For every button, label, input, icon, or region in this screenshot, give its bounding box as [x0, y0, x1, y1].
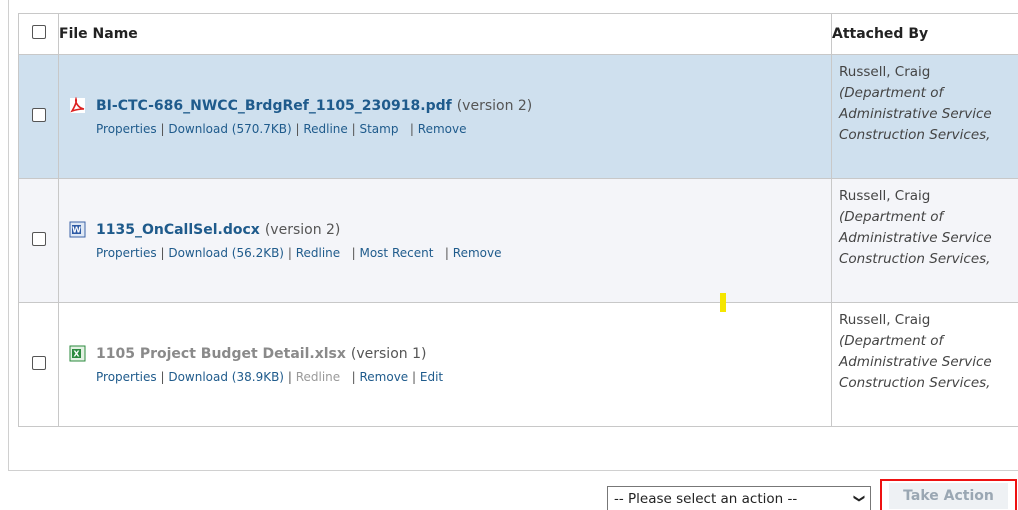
attached-by-org: Administrative Service: [839, 106, 992, 122]
take-action-button[interactable]: Take Action: [889, 482, 1008, 509]
attachments-table: File Name Attached By BI-CTC-686_NWCC_Br…: [18, 13, 1018, 427]
pdf-icon: [69, 96, 86, 114]
svg-text:X: X: [73, 350, 80, 359]
svg-text:W: W: [72, 226, 81, 235]
attached-by-name: Russell, Craig: [839, 312, 931, 328]
file-link[interactable]: BI-CTC-686_NWCC_BrdgRef_1105_230918.pdf: [96, 98, 452, 114]
attached-by-org: (Department of: [839, 209, 944, 225]
download-link[interactable]: Download (56.2KB): [168, 246, 284, 260]
attached-by-org: Administrative Service: [839, 230, 992, 246]
row-select-cell: [18, 178, 59, 303]
properties-link[interactable]: Properties: [96, 122, 157, 136]
table-row: BI-CTC-686_NWCC_BrdgRef_1105_230918.pdf …: [18, 54, 1018, 179]
most-recent-link[interactable]: Most Recent: [359, 246, 433, 260]
select-all-checkbox[interactable]: [31, 25, 46, 39]
properties-link[interactable]: Properties: [96, 370, 157, 384]
attached-by-org: (Department of: [839, 333, 944, 349]
remove-link[interactable]: Remove: [453, 246, 502, 260]
row-select-cell: [18, 302, 59, 427]
attached-by-cell: Russell, Craig (Department of Administra…: [831, 54, 1018, 179]
file-link[interactable]: 1135_OnCallSel.docx: [96, 222, 260, 238]
attached-by-org: (Department of: [839, 85, 944, 101]
table-row: W 1135_OnCallSel.docx (version 2) Proper…: [18, 178, 1018, 303]
remove-link[interactable]: Remove: [359, 370, 408, 384]
redline-link[interactable]: Redline: [296, 246, 340, 260]
file-cell: W 1135_OnCallSel.docx (version 2) Proper…: [58, 178, 832, 303]
row-select-cell: [18, 54, 59, 179]
take-action-highlight: Take Action: [880, 479, 1017, 510]
excel-icon: X: [69, 345, 86, 362]
attached-by-name: Russell, Craig: [839, 64, 931, 80]
redline-link[interactable]: Redline: [303, 122, 347, 136]
row-checkbox[interactable]: [31, 356, 46, 370]
text-cursor-marker: [720, 293, 726, 312]
attached-by-org: Administrative Service: [839, 354, 992, 370]
chevron-down-icon: ❯: [852, 493, 866, 504]
remove-link[interactable]: Remove: [418, 122, 467, 136]
attached-by-cell: Russell, Craig (Department of Administra…: [831, 178, 1018, 303]
edit-link[interactable]: Edit: [420, 370, 443, 384]
file-cell: BI-CTC-686_NWCC_BrdgRef_1105_230918.pdf …: [58, 54, 832, 179]
attached-by-name: Russell, Craig: [839, 188, 931, 204]
row-checkbox[interactable]: [31, 232, 46, 246]
action-select-value: -- Please select an action --: [614, 490, 798, 507]
download-link[interactable]: Download (38.9KB): [168, 370, 284, 384]
attached-by-org: Construction Services,: [839, 127, 991, 143]
file-cell: X 1105 Project Budget Detail.xlsx (versi…: [58, 302, 832, 427]
attached-by-cell: Russell, Craig (Department of Administra…: [831, 302, 1018, 427]
properties-link[interactable]: Properties: [96, 246, 157, 260]
row-checkbox[interactable]: [31, 108, 46, 122]
redline-link: Redline: [295, 370, 341, 384]
attached-by-header[interactable]: Attached By: [831, 13, 1018, 55]
file-name-header[interactable]: File Name: [58, 13, 832, 55]
download-link[interactable]: Download (570.7KB): [168, 122, 291, 136]
table-row: X 1105 Project Budget Detail.xlsx (versi…: [18, 302, 1018, 427]
file-link[interactable]: 1105 Project Budget Detail.xlsx: [96, 346, 346, 362]
table-header-row: File Name Attached By: [18, 13, 1018, 55]
select-all-cell: [18, 13, 59, 55]
stamp-link[interactable]: Stamp: [359, 122, 398, 136]
action-select[interactable]: -- Please select an action -- ❯: [607, 486, 871, 510]
file-version: (version 2): [264, 221, 341, 238]
file-version: (version 1): [350, 345, 427, 362]
word-icon: W: [69, 221, 86, 238]
attached-by-org: Construction Services,: [839, 375, 991, 391]
file-version: (version 2): [456, 97, 533, 114]
attached-by-org: Construction Services,: [839, 251, 991, 267]
